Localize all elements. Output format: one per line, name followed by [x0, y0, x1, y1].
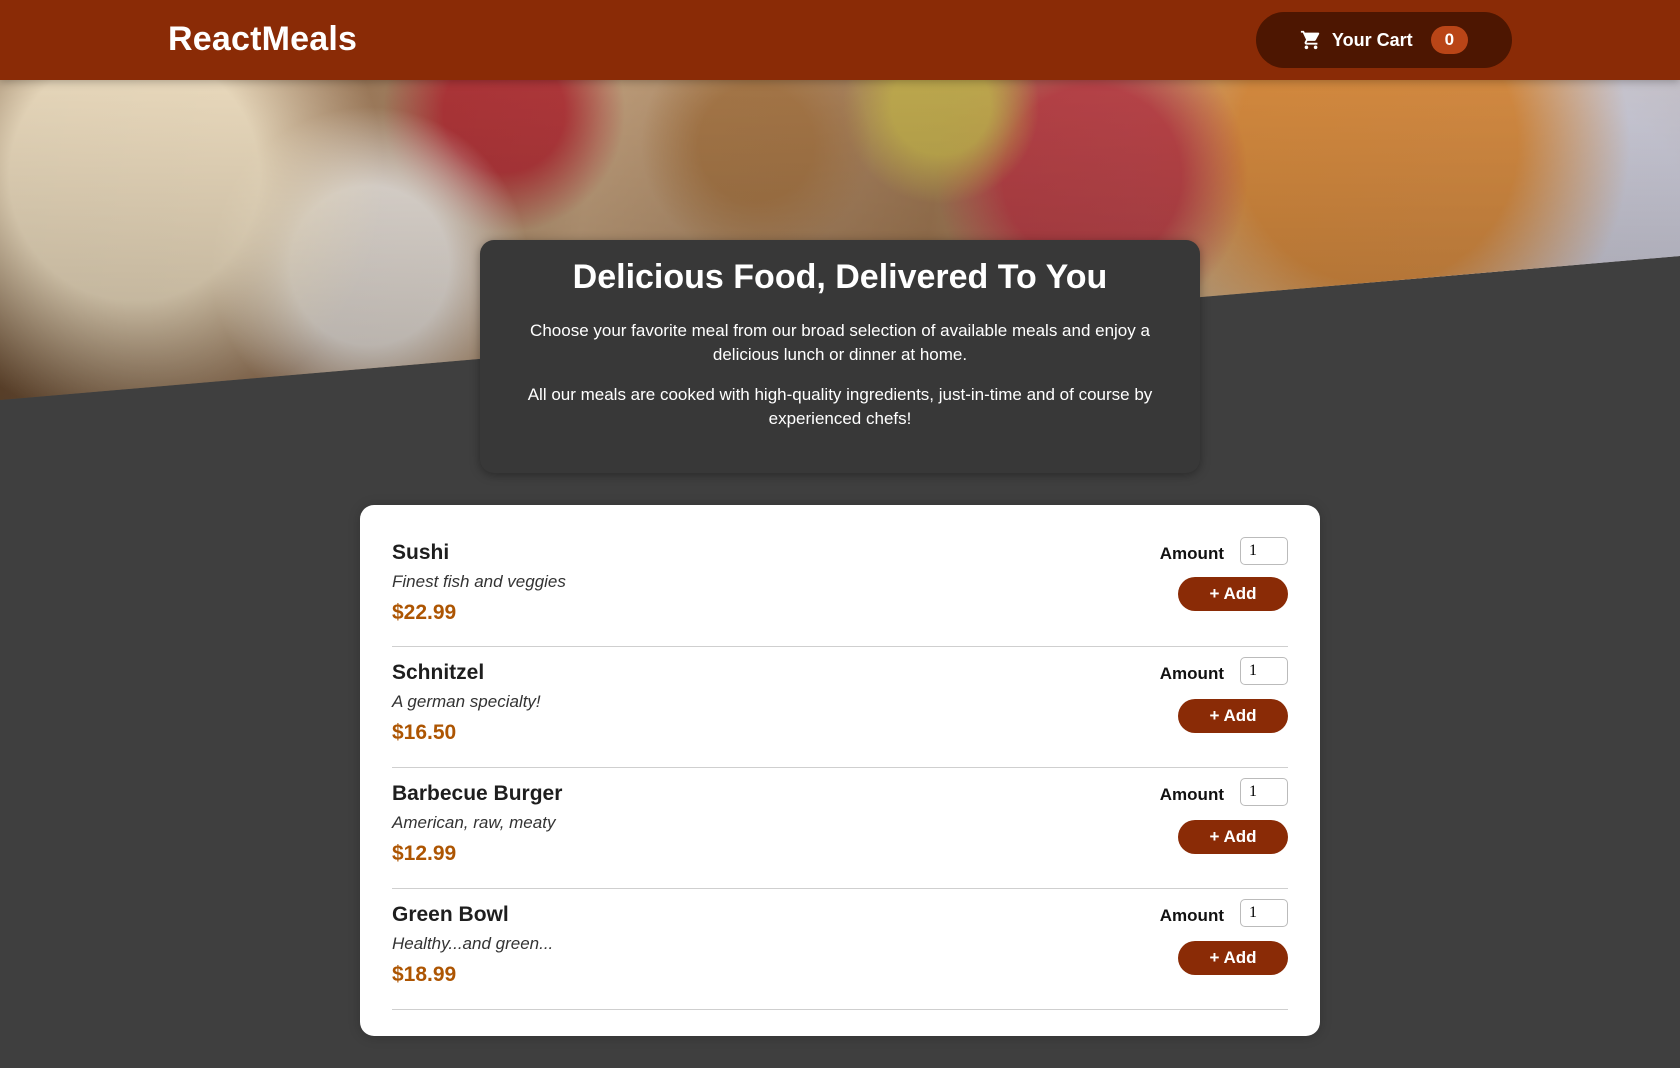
- meal-name: Sushi: [392, 541, 450, 564]
- meal-description: American, raw, meaty: [392, 813, 556, 832]
- meal-name: Barbecue Burger: [392, 782, 563, 805]
- summary-title: Delicious Food, Delivered To You: [572, 258, 1108, 296]
- add-button[interactable]: + Add: [1178, 699, 1288, 733]
- add-button[interactable]: + Add: [1178, 577, 1288, 611]
- cart-icon: [1300, 29, 1322, 51]
- amount-input[interactable]: [1240, 899, 1288, 927]
- app-logo: ReactMeals: [168, 20, 358, 58]
- meal-description: Healthy...and green...: [392, 934, 554, 953]
- available-meals-card: Sushi Finest fish and veggies $22.99 Amo…: [360, 505, 1320, 1036]
- meal-price: $18.99: [392, 963, 457, 986]
- amount-input[interactable]: [1240, 657, 1288, 685]
- app-header: ReactMeals Your Cart 0: [0, 0, 1680, 80]
- meal-item-barbecue-burger: Barbecue Burger American, raw, meaty $12…: [392, 768, 1288, 889]
- meal-price: $22.99: [392, 601, 457, 624]
- meal-description: Finest fish and veggies: [392, 572, 566, 591]
- amount-input[interactable]: [1240, 537, 1288, 565]
- add-button[interactable]: + Add: [1178, 820, 1288, 854]
- cart-count-badge: 0: [1430, 26, 1469, 54]
- meal-name: Schnitzel: [392, 661, 485, 684]
- meals-summary: Delicious Food, Delivered To You Choose …: [480, 240, 1200, 473]
- amount-label: Amount: [1159, 544, 1224, 563]
- summary-paragraph-2: All our meals are cooked with high-quali…: [527, 385, 1153, 428]
- amount-input[interactable]: [1240, 778, 1288, 806]
- meal-item-green-bowl: Green Bowl Healthy...and green... $18.99…: [392, 889, 1288, 1010]
- meal-price: $16.50: [392, 721, 457, 744]
- summary-paragraph-1: Choose your favorite meal from our broad…: [530, 321, 1150, 364]
- cart-label: Your Cart: [1331, 29, 1413, 50]
- amount-label: Amount: [1159, 906, 1224, 925]
- meal-name: Green Bowl: [392, 903, 509, 926]
- amount-label: Amount: [1159, 785, 1224, 804]
- cart-button[interactable]: Your Cart 0: [1256, 12, 1512, 68]
- meal-price: $12.99: [392, 842, 457, 865]
- add-button[interactable]: + Add: [1178, 941, 1288, 975]
- amount-label: Amount: [1159, 664, 1224, 683]
- meal-item-schnitzel: Schnitzel A german specialty! $16.50 Amo…: [392, 647, 1288, 768]
- meal-item-sushi: Sushi Finest fish and veggies $22.99 Amo…: [392, 537, 1288, 647]
- meal-description: A german specialty!: [392, 692, 541, 711]
